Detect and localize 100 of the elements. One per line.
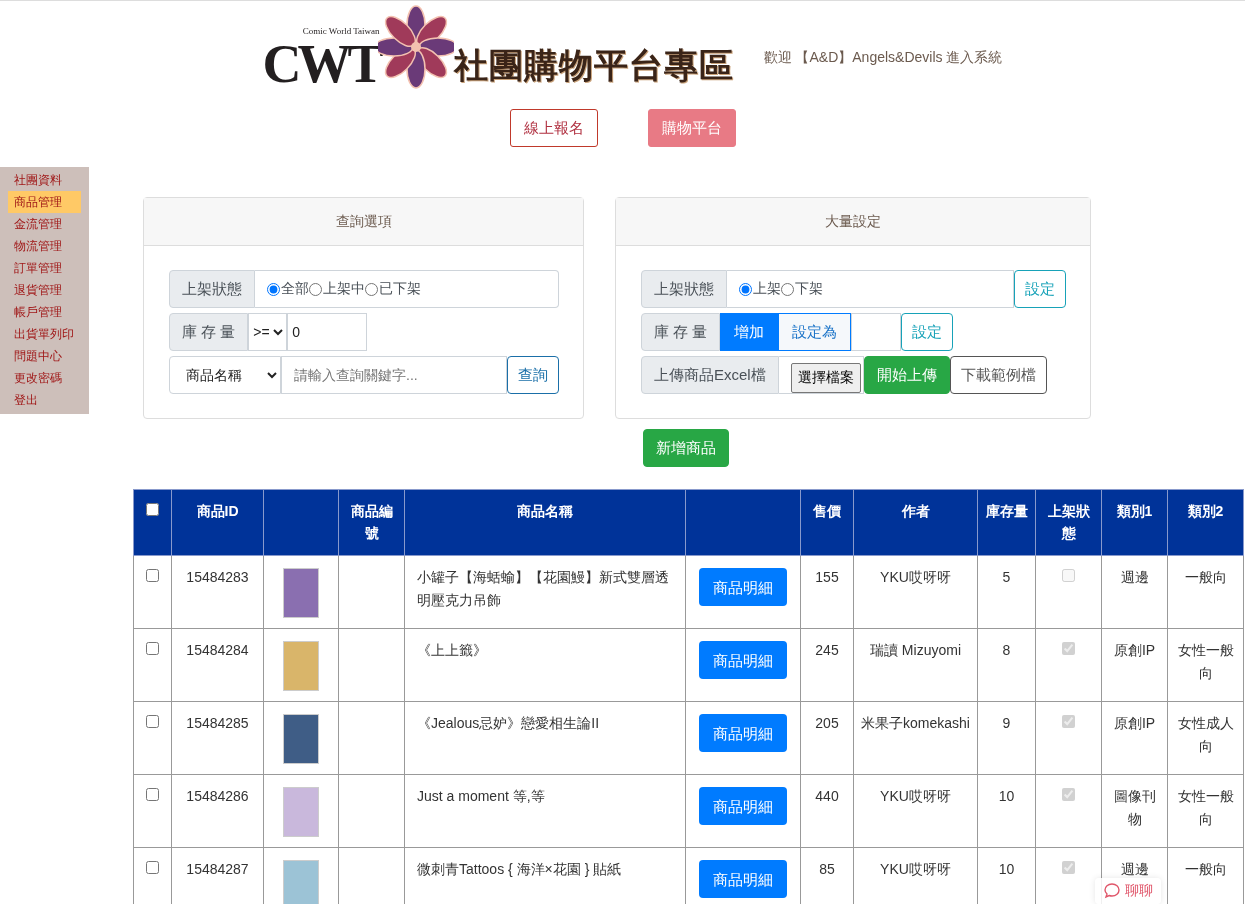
- file-field[interactable]: 選擇檔案: [778, 356, 864, 394]
- table-cell: 女性一般向: [1167, 628, 1244, 702]
- chat-bubble-icon: [1103, 882, 1121, 900]
- sidebar-item[interactable]: 退貨管理: [8, 279, 81, 301]
- sidebar-item[interactable]: 問題中心: [8, 345, 81, 367]
- download-button[interactable]: 下載範例檔: [949, 356, 1047, 394]
- field-label: 上架狀態: [169, 270, 255, 308]
- panel-title: 大量設定: [616, 198, 1090, 246]
- column-header: 商品ID: [171, 489, 264, 556]
- column-header: 商品名稱: [404, 489, 686, 556]
- table-cell: 圖像刊物: [1101, 774, 1168, 848]
- upload-button[interactable]: 開始上傳: [863, 356, 950, 394]
- set-button[interactable]: 設定: [1014, 270, 1066, 308]
- photo-placeholder: [283, 714, 319, 764]
- sidebar-item[interactable]: 訂單管理: [8, 257, 81, 279]
- column-header: 庫存量: [977, 489, 1036, 556]
- keyword-input[interactable]: 請輸入查詢關鍵字...: [281, 356, 507, 394]
- stock-input[interactable]: 0: [287, 313, 368, 351]
- panel-title: 查詢選項: [144, 198, 583, 246]
- stock-input[interactable]: [851, 313, 902, 351]
- radio-option[interactable]: 全部: [267, 280, 309, 298]
- column-header: 作者: [853, 489, 978, 556]
- radio-option[interactable]: 上架中: [309, 280, 365, 298]
- table-cell: 15484283: [171, 555, 264, 629]
- field-label: 庫 存 量: [641, 313, 721, 351]
- nav-button[interactable]: 線上報名: [509, 109, 598, 147]
- logo-subtitle: Comic World Taiwan: [302, 26, 380, 36]
- sidebar-item[interactable]: 商品管理: [8, 191, 81, 213]
- row-checkbox[interactable]: [146, 569, 159, 582]
- table-cell: 15484285: [171, 701, 264, 775]
- photo-placeholder: [283, 787, 319, 837]
- sidebar-item[interactable]: 帳戶管理: [8, 301, 81, 323]
- welcome-text: 歡迎 【A&D】Angels&Devils 進入系統: [763, 49, 1003, 67]
- detail-button[interactable]: 商品明細: [699, 787, 787, 825]
- table-cell: 205: [800, 701, 854, 775]
- column-header: 類別2: [1167, 489, 1244, 556]
- add-product-button[interactable]: 新增商品: [643, 429, 729, 467]
- photo-placeholder: [283, 568, 319, 618]
- sidebar-item[interactable]: 金流管理: [8, 213, 81, 235]
- radio-option[interactable]: 下架: [781, 280, 823, 298]
- mode-toggle[interactable]: 設定為: [778, 313, 852, 351]
- nav-button[interactable]: 購物平台: [647, 109, 736, 147]
- detail-button[interactable]: 商品明細: [699, 860, 787, 898]
- table-cell: 5: [977, 555, 1036, 629]
- select-all-checkbox[interactable]: [146, 503, 159, 516]
- detail-button[interactable]: 商品明細: [699, 568, 787, 606]
- row-checkbox[interactable]: [146, 861, 159, 874]
- sidebar-item[interactable]: 社團資料: [8, 169, 81, 191]
- table-cell: 女性成人向: [1167, 701, 1244, 775]
- table-cell: 《Jealous忌妒》戀愛相生論II: [404, 701, 686, 775]
- radio-option[interactable]: 已下架: [365, 280, 421, 298]
- table-cell: 9: [977, 701, 1036, 775]
- table-cell: 《上上籤》: [404, 628, 686, 702]
- radio-button[interactable]: [739, 282, 752, 296]
- column-header: 商品編號: [338, 489, 405, 556]
- radio-button[interactable]: [365, 282, 378, 296]
- field-label: 庫 存 量: [169, 313, 249, 351]
- radio-option[interactable]: 上架: [739, 280, 781, 298]
- column-header: 售價: [800, 489, 854, 556]
- choose-file-button[interactable]: 選擇檔案: [790, 363, 861, 393]
- radio-button[interactable]: [781, 282, 794, 296]
- radio-button[interactable]: [309, 282, 322, 296]
- table-cell: 10: [977, 774, 1036, 848]
- table-cell: 瑞讀 Mizuyomi: [853, 628, 978, 702]
- table-cell: 週邊: [1101, 555, 1168, 629]
- row-checkbox[interactable]: [146, 715, 159, 728]
- row-checkbox[interactable]: [146, 788, 159, 801]
- table-cell: 一般向: [1167, 555, 1244, 629]
- table-cell: 440: [800, 774, 854, 848]
- table-cell: 原創IP: [1101, 628, 1168, 702]
- chat-widget[interactable]: 聊聊: [1095, 878, 1161, 904]
- row-checkbox[interactable]: [146, 642, 159, 655]
- detail-button[interactable]: 商品明細: [699, 714, 787, 752]
- column-header: 類別1: [1101, 489, 1168, 556]
- mode-toggle[interactable]: 增加: [720, 313, 779, 351]
- table-cell: 小罐子【海蛞蝓】【花園鰻】新式雙層透明壓克力吊飾: [404, 555, 686, 629]
- operator-select[interactable]: >=: [248, 313, 288, 351]
- table-cell: 155: [800, 555, 854, 629]
- table-cell: YKU哎呀呀: [853, 774, 978, 848]
- photo-placeholder: [283, 860, 319, 904]
- table-cell: YKU哎呀呀: [853, 555, 978, 629]
- field-label: 上傳商品Excel檔: [641, 356, 779, 394]
- table-cell: 245: [800, 628, 854, 702]
- field-label: 上架狀態: [641, 270, 727, 308]
- radio-button[interactable]: [267, 282, 280, 296]
- set-button[interactable]: 設定: [901, 313, 954, 351]
- logo-mark: CWT: [262, 37, 380, 91]
- field-select[interactable]: 商品名稱: [169, 356, 281, 394]
- logo-title: 社團購物平台專區: [453, 45, 734, 86]
- sidebar-item[interactable]: 登出: [8, 389, 81, 411]
- table-cell: 8: [977, 628, 1036, 702]
- sidebar-item[interactable]: 物流管理: [8, 235, 81, 257]
- table-cell: 15484286: [171, 774, 264, 848]
- detail-button[interactable]: 商品明細: [699, 641, 787, 679]
- search-button[interactable]: 查詢: [507, 356, 559, 394]
- column-header: 上架狀態: [1035, 489, 1102, 556]
- table-cell: Just a moment 等,等: [404, 774, 686, 848]
- table-cell: 米果子komekashi: [853, 701, 978, 775]
- sidebar-item[interactable]: 更改密碼: [8, 367, 81, 389]
- sidebar-item[interactable]: 出貨單列印: [8, 323, 81, 345]
